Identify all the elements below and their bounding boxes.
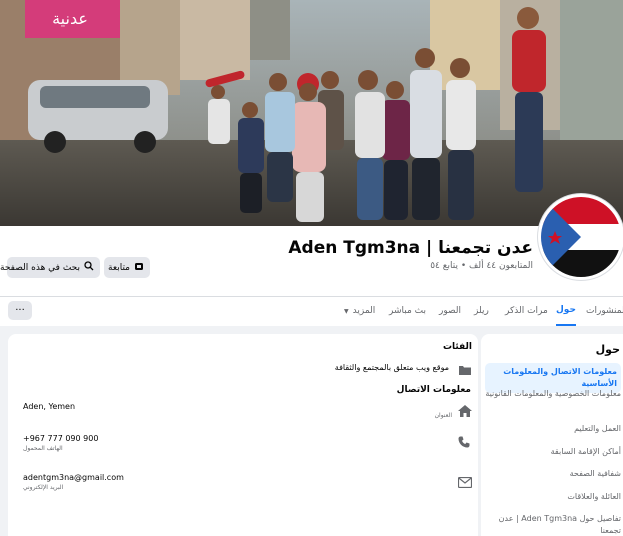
profile-avatar[interactable] bbox=[538, 194, 623, 280]
tab-posts[interactable]: المنشورات bbox=[586, 296, 623, 326]
email-icon bbox=[457, 473, 473, 489]
sidebar-item-family[interactable]: العائلة والعلاقات bbox=[485, 491, 621, 503]
sidebar-item-page-transparency[interactable]: شفافية الصفحة bbox=[485, 468, 621, 480]
home-icon bbox=[458, 402, 472, 417]
search-label: بحث في هذه الصفحة bbox=[0, 262, 80, 273]
tab-mentions[interactable]: مرات الذكر bbox=[505, 296, 548, 326]
tab-more-label: المزيد bbox=[352, 306, 376, 316]
follow-button[interactable]: متابعة bbox=[104, 257, 150, 278]
page-title: عدن تجمعنا | Aden Tgm3na bbox=[288, 238, 533, 258]
email-value[interactable]: adentgm3na@gmail.com bbox=[23, 473, 124, 482]
address-label: العنوان bbox=[434, 412, 452, 419]
category-value[interactable]: موقع ويب متعلق بالمجتمع والثقافة bbox=[335, 363, 449, 372]
search-icon bbox=[84, 261, 94, 274]
followers-count: المتابعون ٤٤ ألف • يتابع ٥٤ bbox=[430, 261, 533, 271]
sidebar-item-details[interactable]: تفاصيل حول Aden Tgm3na | عدن تجمعنا bbox=[485, 513, 621, 536]
cover-photo[interactable]: عدنية bbox=[0, 0, 623, 226]
search-page-button[interactable]: بحث في هذه الصفحة bbox=[0, 257, 100, 278]
tab-about[interactable]: حول bbox=[556, 296, 576, 326]
yemen-south-flag-icon bbox=[541, 197, 621, 277]
tab-reels[interactable]: ريلز bbox=[474, 296, 489, 326]
phone-value[interactable]: +967 777 090 900 bbox=[23, 434, 98, 443]
about-heading: حول bbox=[595, 343, 620, 356]
tab-more[interactable]: ▼ المزيد bbox=[344, 296, 375, 326]
folder-icon bbox=[458, 361, 472, 375]
follow-icon bbox=[134, 261, 144, 274]
sidebar-item-privacy-legal[interactable]: معلومات الخصوصية والمعلومات القانونية bbox=[485, 388, 621, 400]
phone-icon bbox=[458, 433, 472, 448]
sidebar-item-places-lived[interactable]: أماكن الإقامة السابقة bbox=[485, 446, 621, 458]
categories-title: الفئات bbox=[442, 342, 472, 352]
email-label: البريد الإلكتروني bbox=[23, 484, 64, 491]
chevron-down-icon: ▼ bbox=[344, 307, 349, 315]
address-value[interactable]: Aden, Yemen bbox=[23, 402, 75, 411]
facebook-page: عدنية عدن تجمعنا | Aden Tgm3na المتابعون… bbox=[0, 0, 623, 536]
tab-photos[interactable]: الصور bbox=[439, 296, 461, 326]
tab-live[interactable]: بث مباشر bbox=[389, 296, 426, 326]
more-options-button[interactable]: ··· bbox=[8, 301, 32, 320]
sidebar-item-work-education[interactable]: العمل والتعليم bbox=[485, 423, 621, 435]
follow-label: متابعة bbox=[108, 262, 130, 273]
contact-info-title: معلومات الاتصال bbox=[396, 385, 471, 395]
svg-text:عدنية: عدنية bbox=[52, 9, 88, 28]
phone-label: الهاتف المحمول bbox=[23, 445, 63, 452]
